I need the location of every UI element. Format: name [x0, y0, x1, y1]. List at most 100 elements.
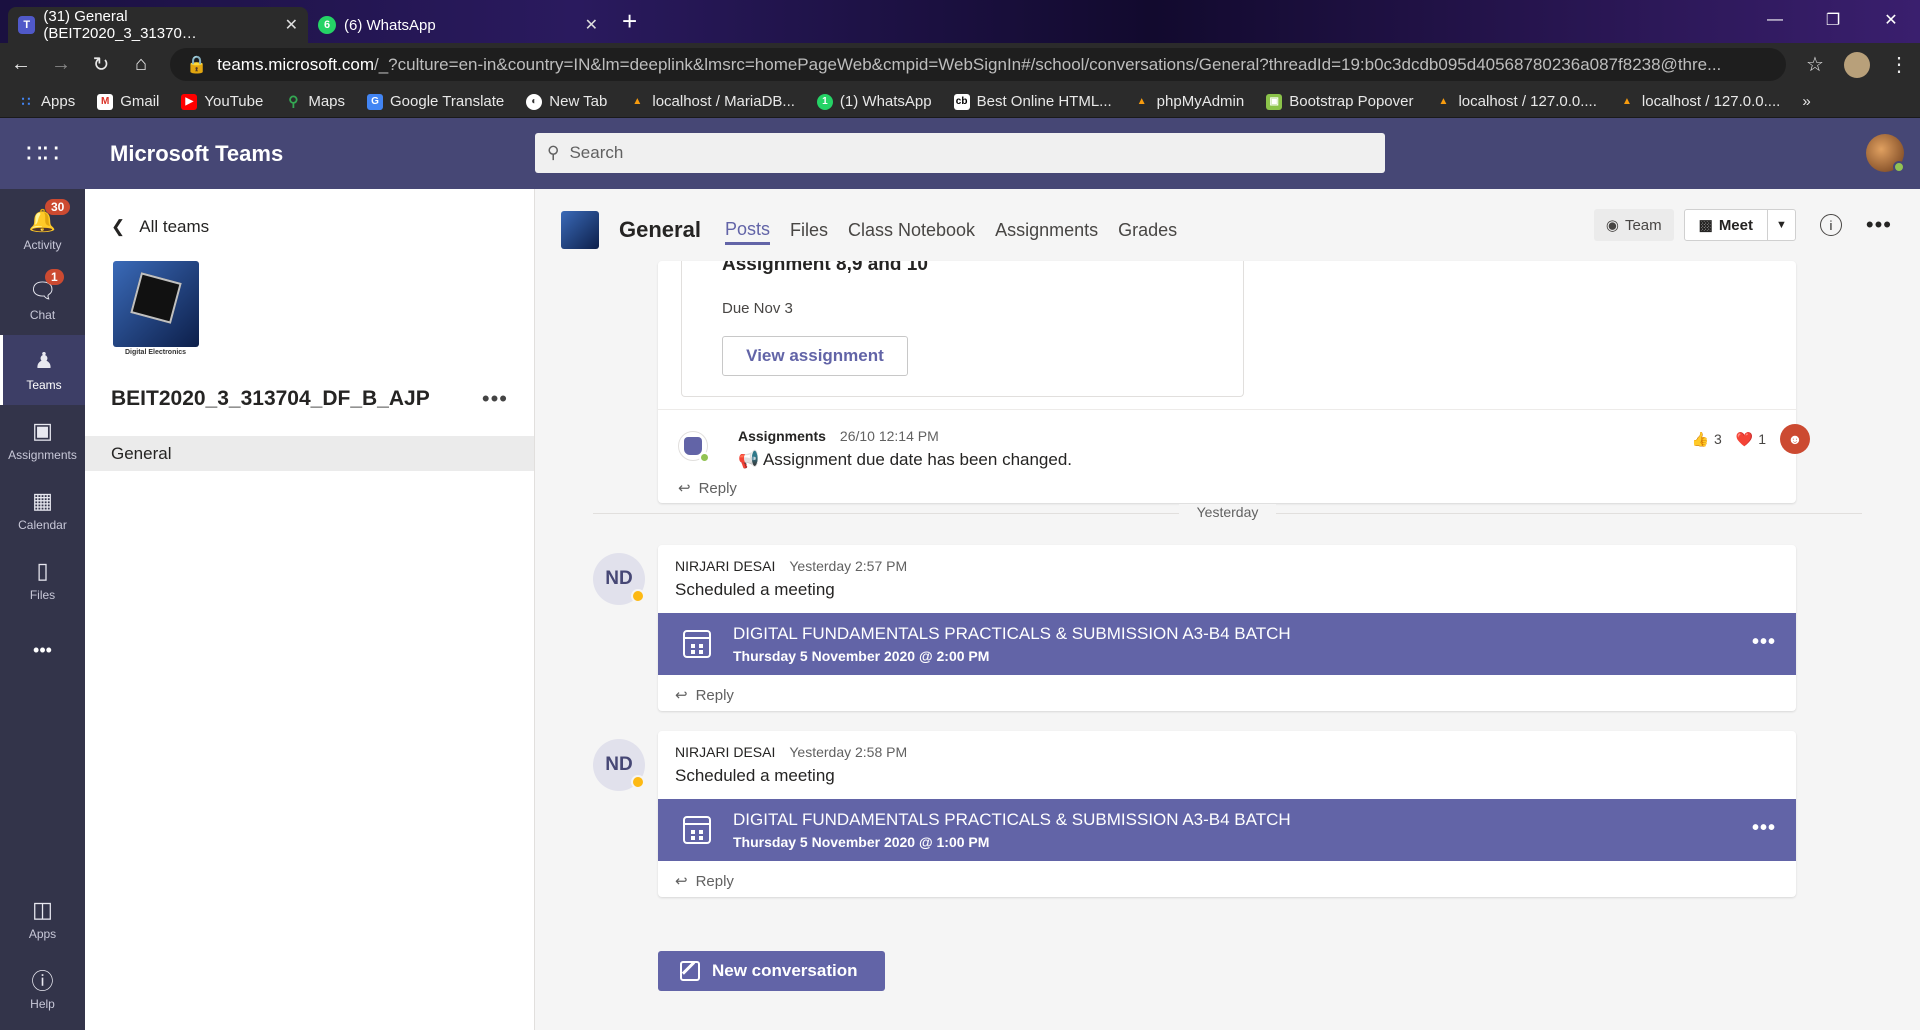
search-input[interactable]: ⚲ Search [535, 133, 1385, 173]
app-rail: 🔔 30 Activity 🗨 1 Chat ♟ Teams ▣ Assignm… [0, 189, 85, 1030]
heart-reaction[interactable]: ❤️ 1 [1736, 431, 1766, 448]
tab-assignments[interactable]: Assignments [995, 220, 1098, 241]
team-more-options-icon[interactable]: ••• [482, 386, 508, 412]
bookmark-maps[interactable]: ⚲ Maps [285, 93, 345, 110]
tab-grades[interactable]: Grades [1118, 220, 1177, 241]
app-launcher-icon[interactable]: ∷∷ [0, 138, 85, 169]
backpack-icon: ▣ [32, 418, 53, 443]
bookmark-mariadb[interactable]: ▲ localhost / MariaDB... [629, 93, 795, 110]
bookmark-whatsapp[interactable]: 1 (1) WhatsApp [816, 93, 932, 110]
apps-grid-icon: ∷ [21, 93, 31, 109]
tab-close-icon[interactable]: ✕ [285, 15, 298, 35]
meeting-card[interactable]: DIGITAL FUNDAMENTALS PRACTICALS & SUBMIS… [658, 799, 1796, 861]
rail-item-activity[interactable]: 🔔 30 Activity [0, 195, 85, 265]
avatar[interactable]: ND [593, 553, 645, 605]
channel-item-general[interactable]: General [85, 436, 534, 471]
url-field[interactable]: 🔒 teams.microsoft.com/_?culture=en-in&co… [170, 48, 1786, 81]
presence-away-icon [631, 775, 645, 789]
bookmark-bootstrap-popover[interactable]: ▣ Bootstrap Popover [1266, 93, 1413, 110]
assignment-card: Assignment 8,9 and 10 Due Nov 3 View ass… [681, 261, 1244, 397]
participants-icon[interactable]: ☻ [1780, 424, 1810, 454]
bookmark-localhost-2[interactable]: ▲ localhost / 127.0.0.... [1619, 93, 1780, 110]
rail-more-apps[interactable]: ••• [0, 615, 85, 685]
channel-header: General Posts Files Class Notebook Assig… [535, 189, 1920, 271]
bookmark-google-translate[interactable]: G Google Translate [367, 93, 504, 110]
browser-tab-whatsapp[interactable]: 6 (6) WhatsApp ✕ [308, 7, 608, 43]
chevron-down-icon[interactable]: ▼ [1768, 219, 1795, 231]
tab-files[interactable]: Files [790, 220, 828, 241]
tab-posts[interactable]: Posts [724, 216, 770, 245]
browser-profile-avatar[interactable] [1844, 51, 1870, 78]
bookmark-gmail[interactable]: M Gmail [97, 93, 159, 110]
reply-button[interactable]: ↩ Reply [678, 479, 737, 498]
rail-item-calendar[interactable]: ▦ Calendar [0, 475, 85, 545]
reply-button[interactable]: ↩ Reply [675, 686, 734, 705]
user-avatar[interactable] [1866, 134, 1905, 173]
team-button[interactable]: ◉ Team [1593, 209, 1674, 241]
rail-item-assignments[interactable]: ▣ Assignments [0, 405, 85, 475]
whatsapp-icon: 1 [816, 93, 833, 110]
team-sidebar: ❮ All teams Digital Electronics BEIT2020… [85, 189, 535, 1030]
meeting-date: Thursday 5 November 2020 @ 1:00 PM [733, 834, 990, 850]
rail-item-chat[interactable]: 🗨 1 Chat [0, 265, 85, 335]
window-close-icon[interactable]: ✕ [1862, 0, 1920, 40]
reply-button[interactable]: ↩ Reply [675, 872, 734, 891]
new-tab-icon[interactable]: + [622, 6, 637, 37]
apps-icon: ◫ [32, 897, 53, 922]
reply-arrow-icon: ↩ [675, 687, 688, 704]
compose-icon [680, 961, 700, 981]
info-icon[interactable]: i [1819, 214, 1842, 236]
browser-tab-strip: T (31) General (BEIT2020_3_31370… ✕ 6 (6… [0, 0, 1920, 43]
home-icon[interactable]: ⌂ [130, 53, 152, 76]
meeting-date: Thursday 5 November 2020 @ 2:00 PM [733, 648, 990, 664]
bookmark-new-tab[interactable]: ◐ New Tab [526, 93, 607, 110]
search-placeholder: Search [569, 143, 624, 162]
browser-menu-icon[interactable]: ⋮ [1888, 52, 1910, 77]
meeting-title: DIGITAL FUNDAMENTALS PRACTICALS & SUBMIS… [733, 810, 1291, 829]
meeting-post: NIRJARI DESAI Yesterday 2:58 PM Schedule… [658, 731, 1796, 897]
rail-item-apps[interactable]: ◫ Apps [0, 884, 85, 954]
channel-more-options-icon[interactable]: ••• [1866, 212, 1892, 238]
bookmark-phpmyadmin[interactable]: ▲ phpMyAdmin [1134, 93, 1245, 110]
meeting-more-options-icon[interactable]: ••• [1752, 631, 1776, 654]
bookmark-youtube[interactable]: ▶ YouTube [181, 93, 263, 110]
bookmark-apps[interactable]: ∷ Apps [18, 93, 76, 110]
teams-favicon-icon: T [18, 16, 36, 34]
rail-item-help[interactable]: ⓘ Help [0, 954, 85, 1024]
whatsapp-favicon-icon: 6 [318, 16, 336, 34]
forward-arrow-icon[interactable]: → [50, 53, 72, 76]
meeting-card[interactable]: DIGITAL FUNDAMENTALS PRACTICALS & SUBMIS… [658, 613, 1796, 675]
restore-icon[interactable]: ❐ [1804, 0, 1862, 40]
tab-class-notebook[interactable]: Class Notebook [848, 220, 975, 241]
post-meta: NIRJARI DESAI Yesterday 2:58 PM [675, 744, 907, 760]
like-reaction[interactable]: 👍 3 [1692, 431, 1722, 448]
post-author: NIRJARI DESAI [675, 744, 776, 760]
more-dots-icon: ••• [33, 639, 52, 660]
meeting-more-options-icon[interactable]: ••• [1752, 817, 1776, 840]
new-conversation-button[interactable]: New conversation [658, 951, 885, 991]
reload-icon[interactable]: ↻ [90, 52, 112, 77]
minimize-icon[interactable]: — [1746, 0, 1804, 40]
bookmark-best-online-html[interactable]: cb Best Online HTML... [953, 93, 1112, 110]
bookmarks-overflow[interactable]: » [1802, 93, 1810, 110]
rail-item-teams[interactable]: ♟ Teams [0, 335, 85, 405]
window-controls: — ❐ ✕ [1746, 0, 1920, 40]
meet-button[interactable]: ▩ Meet ▼ [1683, 209, 1796, 241]
presence-available-icon [1893, 161, 1905, 173]
avatar[interactable]: ND [593, 739, 645, 791]
calendar-icon: ▦ [32, 488, 53, 513]
browser-tab-teams[interactable]: T (31) General (BEIT2020_3_31370… ✕ [8, 7, 308, 43]
tab-close-icon[interactable]: ✕ [585, 15, 598, 35]
search-icon: ⚲ [547, 143, 560, 162]
heart-icon: ❤️ [1735, 430, 1754, 447]
rail-item-files[interactable]: ▯ Files [0, 545, 85, 615]
maps-pin-icon: ⚲ [288, 93, 299, 109]
phpmyadmin-sail-icon: ▲ [1621, 96, 1632, 107]
reply-arrow-icon: ↩ [675, 873, 688, 890]
bookmark-localhost-1[interactable]: ▲ localhost / 127.0.0.... [1435, 93, 1597, 110]
back-arrow-icon[interactable]: ← [10, 53, 32, 76]
gmail-icon: M [97, 93, 114, 110]
bookmark-star-icon[interactable]: ☆ [1804, 52, 1826, 77]
view-assignment-button[interactable]: View assignment [722, 336, 908, 376]
all-teams-link[interactable]: ❮ All teams [85, 189, 534, 237]
